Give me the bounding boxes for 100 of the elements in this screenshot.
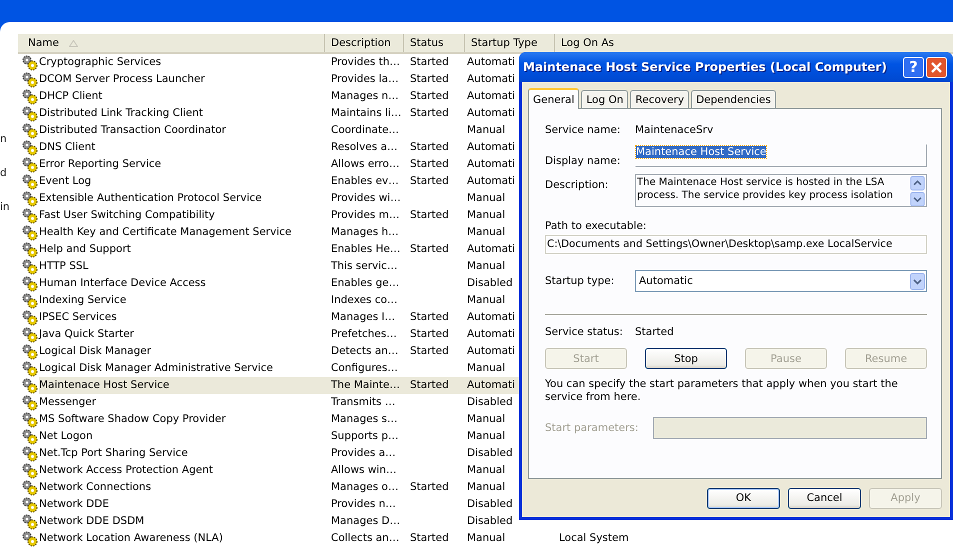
- description-cell-text: Coordinate…: [330, 123, 400, 138]
- service-name-cell[interactable]: DCOM Server Process Launcher: [39, 71, 325, 88]
- description-cell-text: Manages I…: [330, 310, 396, 325]
- dialog-button[interactable]: OK: [707, 488, 780, 508]
- column-header[interactable]: Name: [18, 34, 325, 52]
- status-cell: Started: [410, 175, 449, 187]
- gears-icon: [22, 72, 38, 88]
- service-name-cell[interactable]: Human Interface Device Access: [39, 275, 325, 292]
- description-cell-text: Manages o…: [330, 480, 400, 495]
- service-name-cell[interactable]: Cryptographic Services: [39, 54, 325, 71]
- service-name-cell[interactable]: Error Reporting Service: [39, 156, 325, 173]
- column-header[interactable]: Status: [404, 34, 465, 52]
- startup-type-dropdown[interactable]: Automatic: [635, 270, 927, 292]
- service-control-button[interactable]: Stop: [645, 348, 727, 369]
- startup-type-cell: Manual: [467, 413, 506, 425]
- description-field[interactable]: The Maintenace Host service is hosted in the LSA process. The service provides key process isolation: [635, 174, 927, 207]
- description-cell-text: Manages s…: [330, 412, 398, 427]
- startup-type-cell: Manual: [467, 481, 506, 493]
- help-button[interactable]: ?: [903, 56, 924, 78]
- description-cell-text: Detects an…: [330, 344, 400, 359]
- description-cell-text: Collects an…: [330, 531, 400, 546]
- tab[interactable]: Recovery: [630, 90, 690, 108]
- service-name-cell[interactable]: MS Software Shadow Copy Provider: [39, 411, 325, 428]
- scroll-up-icon[interactable]: [910, 176, 925, 190]
- service-name-cell[interactable]: Event Log: [39, 173, 325, 190]
- gears-icon: [22, 428, 38, 444]
- service-name-cell[interactable]: DNS Client: [39, 139, 325, 156]
- service-name-cell[interactable]: Extensible Authentication Protocol Service: [39, 190, 325, 207]
- service-name-cell[interactable]: Java Quick Starter: [39, 326, 325, 343]
- service-name-cell[interactable]: Maintenace Host Service: [39, 377, 325, 394]
- pane-text-fragment: in: [0, 200, 11, 215]
- service-name-cell[interactable]: Distributed Transaction Coordinator: [39, 122, 325, 139]
- field-label: Startup type:: [545, 275, 616, 287]
- log-on-as-cell: Local System: [559, 532, 629, 544]
- status-cell: Started: [410, 243, 449, 255]
- dialog-button[interactable]: Cancel: [788, 488, 861, 508]
- service-name-cell[interactable]: Distributed Link Tracking Client: [39, 105, 325, 122]
- description-cell-text: Provides wi…: [330, 191, 402, 206]
- close-button[interactable]: [926, 56, 947, 78]
- service-name-cell[interactable]: Health Key and Certificate Management Service: [39, 224, 325, 241]
- description-cell-text: Allows erro…: [330, 157, 400, 172]
- service-name-cell[interactable]: Messenger: [39, 394, 325, 411]
- startup-type-cell: Automati: [467, 73, 516, 85]
- gears-icon: [22, 276, 38, 292]
- display-name-field[interactable]: Maintenace Host Service: [635, 144, 927, 167]
- description-cell-text: The Mainte…: [330, 378, 402, 393]
- service-status-value: Started: [635, 326, 674, 338]
- service-name-cell[interactable]: Network DDE: [39, 496, 325, 513]
- gears-icon: [22, 394, 38, 410]
- start-parameters-field[interactable]: [653, 417, 927, 439]
- description-cell-text: Provides a…: [330, 446, 397, 461]
- description-cell-text: Prefetches…: [330, 327, 398, 342]
- startup-type-cell: Manual: [467, 260, 506, 272]
- service-name-cell[interactable]: Net Logon: [39, 428, 325, 445]
- status-cell: Started: [410, 311, 449, 323]
- startup-type-cell: Manual: [467, 124, 506, 136]
- service-name-cell[interactable]: Help and Support: [39, 241, 325, 258]
- service-name-cell[interactable]: Network Access Protection Agent: [39, 462, 325, 479]
- tab[interactable]: Log On: [581, 90, 628, 108]
- description-cell-text: Provides m…: [330, 208, 400, 223]
- gears-icon: [22, 190, 38, 206]
- service-name-cell[interactable]: Logical Disk Manager Administrative Service: [39, 360, 325, 377]
- gears-icon: [22, 242, 38, 258]
- service-name-cell[interactable]: DHCP Client: [39, 88, 325, 105]
- status-cell: Started: [410, 209, 449, 221]
- startup-type-cell: Automati: [467, 56, 516, 68]
- gears-icon: [22, 122, 38, 138]
- service-name-cell[interactable]: HTTP SSL: [39, 258, 325, 275]
- startup-type-cell: Automati: [467, 175, 516, 187]
- column-header[interactable]: Log On As: [555, 34, 953, 52]
- service-name-cell[interactable]: Logical Disk Manager: [39, 343, 325, 360]
- service-name-cell[interactable]: Network Connections: [39, 479, 325, 496]
- status-cell: Started: [410, 345, 449, 357]
- startup-type-cell: Automati: [467, 90, 516, 102]
- status-cell: Started: [410, 56, 449, 68]
- startup-type-cell: Disabled: [467, 498, 513, 510]
- service-name-cell[interactable]: Fast User Switching Compatibility: [39, 207, 325, 224]
- tab[interactable]: General: [528, 88, 580, 109]
- description-cell-text: Configures…: [330, 361, 399, 376]
- gears-icon: [22, 412, 38, 428]
- column-header[interactable]: Description: [325, 34, 404, 52]
- startup-type-cell: Automati: [467, 107, 516, 119]
- service-name-cell[interactable]: Network DDE DSDM: [39, 513, 325, 530]
- service-name-cell[interactable]: Indexing Service: [39, 292, 325, 309]
- startup-type-cell: Disabled: [467, 447, 513, 459]
- service-name-cell[interactable]: Network Location Awareness (NLA): [39, 530, 325, 547]
- scroll-down-icon[interactable]: [910, 192, 925, 206]
- description-cell-text: Indexes co…: [330, 293, 399, 308]
- description-cell-text: Enables He…: [330, 242, 402, 257]
- service-name-cell[interactable]: IPSEC Services: [39, 309, 325, 326]
- service-name-cell[interactable]: Net.Tcp Port Sharing Service: [39, 445, 325, 462]
- startup-type-cell: Disabled: [467, 277, 513, 289]
- tab[interactable]: Dependencies: [691, 90, 776, 108]
- description-cell-text: Manages h…: [330, 225, 400, 240]
- status-cell: Started: [410, 73, 449, 85]
- field-label: Service status:: [545, 326, 624, 338]
- gears-icon: [22, 208, 38, 224]
- field-label: Description:: [545, 179, 610, 191]
- status-cell: Started: [410, 379, 449, 391]
- startup-type-cell: Manual: [467, 192, 506, 204]
